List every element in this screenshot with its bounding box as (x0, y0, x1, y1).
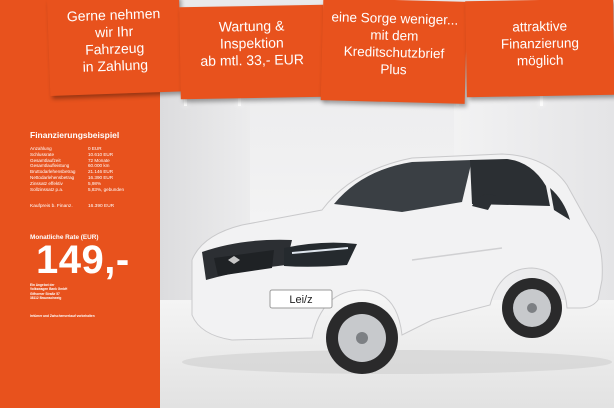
rear-wheel-hub (527, 303, 537, 313)
purchase-price-value: 16.390 EUR (88, 204, 115, 209)
banner-trade-in-text: Gerne nehmen wir Ihr Fahrzeug in Zahlung (66, 5, 161, 75)
banner-maintenance: Wartung & Inspektion ab mtl. 33,- EUR (179, 4, 325, 100)
banner-financing-text: attraktive Finanzierung möglich (500, 18, 580, 69)
car-photo: Lei/z (182, 153, 612, 374)
provider-info: Ein Angebot der Volkswagen Bank GmbH Gif… (30, 283, 67, 301)
banner-financing: attraktive Finanzierung möglich (465, 0, 614, 98)
financing-row: Sollzinssatz p.a. 5,83%, gebunden (30, 187, 124, 193)
provider-line: 38112 Braunschweig (30, 296, 62, 301)
banner-credit-protection-text: eine Sorge weniger... mit dem Kreditschu… (331, 9, 459, 78)
license-plate-text: Lei/z (289, 294, 312, 306)
car-headlight (284, 242, 357, 267)
financing-table: Anzahlung 0 EUR Schlussrate 10.610 EUR Ges… (30, 146, 124, 192)
banner-trade-in: Gerne nehmen wir Ihr Fahrzeug in Zahlung (47, 0, 183, 96)
disclaimer-note: Irrtümer und Zwischenverkauf vorbehalten (30, 314, 95, 318)
front-wheel-hub (356, 332, 368, 344)
financing-value: 5,83%, gebunden (88, 186, 125, 192)
financing-title: Finanzierungsbeispiel (30, 130, 120, 140)
ad-stage: Lei/z Finanzierungsbeispiel Anzahlung 0 E… (0, 0, 614, 408)
purchase-price-label: Kaufpreis b. Finanz. (30, 204, 73, 209)
banner-maintenance-text: Wartung & Inspektion ab mtl. 33,- EUR (200, 17, 305, 69)
ceiling-light (540, 96, 543, 106)
purchase-price: Kaufpreis b. Finanz. 16.390 EUR (30, 204, 114, 209)
monthly-rate-value: 149,- (36, 238, 130, 282)
financing-label: Sollzinssatz p.a. (30, 186, 64, 192)
car-shadow (182, 350, 612, 374)
banner-credit-protection: eine Sorge weniger... mit dem Kreditschu… (320, 0, 468, 104)
